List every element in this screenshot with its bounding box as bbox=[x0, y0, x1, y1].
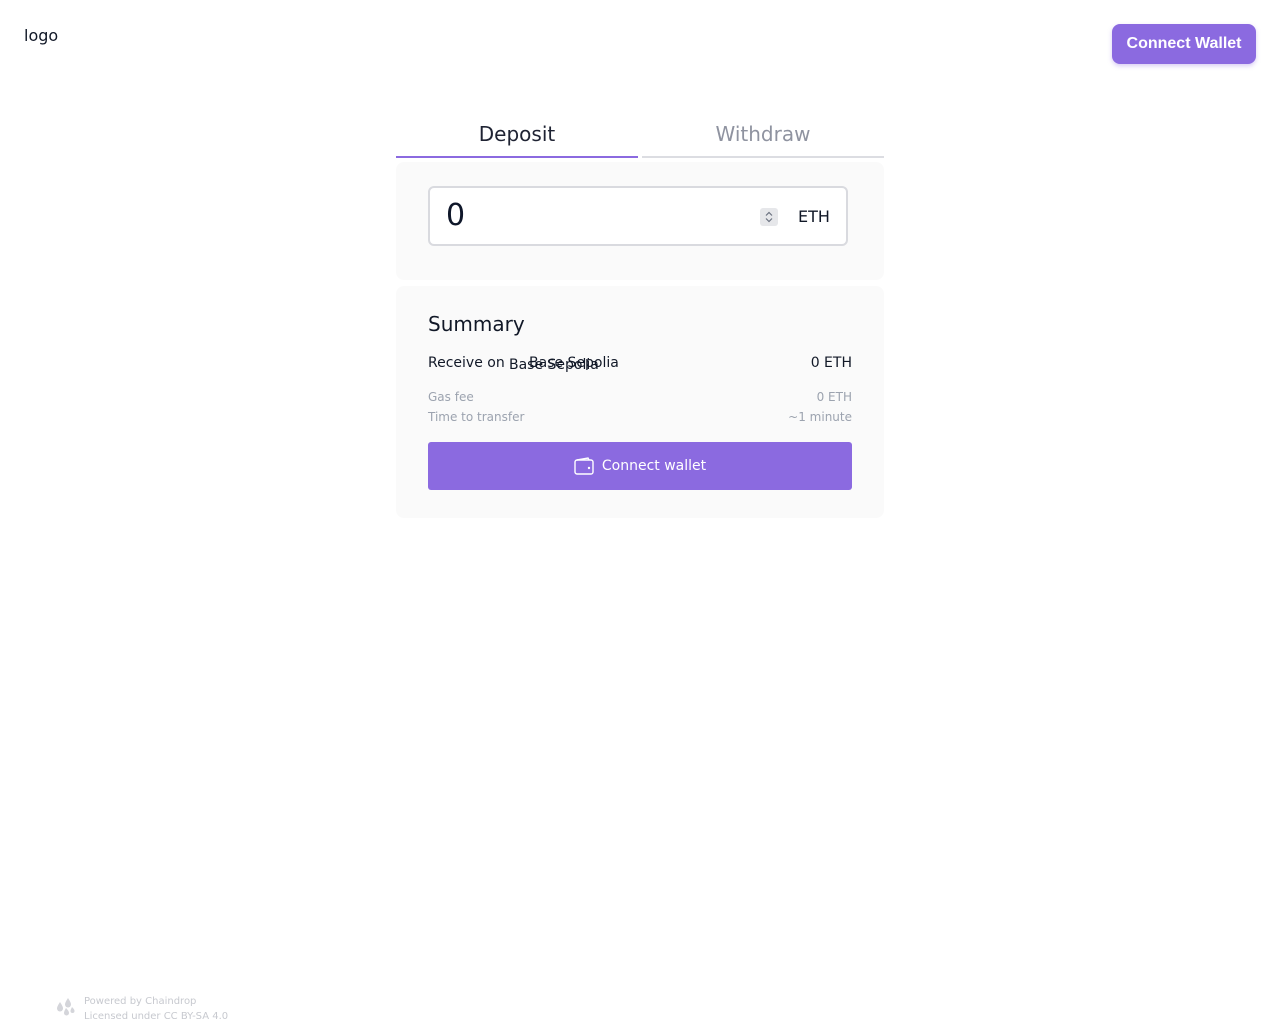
summary-title: Summary bbox=[428, 312, 525, 336]
gas-fee-value: 0 ETH bbox=[816, 390, 852, 404]
summary-card: Summary Receive on Base Sepolia Base Sep… bbox=[396, 286, 884, 518]
license-text: Licensed under CC BY-SA 4.0 bbox=[84, 1011, 229, 1022]
time-to-transfer-label: Time to transfer bbox=[428, 410, 525, 424]
currency-label: ETH bbox=[798, 207, 830, 226]
logo: logo bbox=[24, 26, 59, 45]
receive-value: 0 ETH bbox=[810, 355, 852, 371]
chevron-updown-icon[interactable] bbox=[760, 208, 778, 226]
amount-card: 0 ETH bbox=[396, 162, 884, 280]
receive-chain-overlay: Base Sepolia bbox=[529, 355, 619, 371]
time-to-transfer-value: ~1 minute bbox=[788, 410, 852, 424]
gas-fee-label: Gas fee bbox=[428, 390, 474, 404]
stepper-arrows bbox=[765, 211, 773, 223]
deposit-withdraw-tabs: Deposit Withdraw bbox=[396, 112, 884, 158]
tab-withdraw[interactable]: Withdraw bbox=[642, 112, 884, 158]
amount-value: 0 bbox=[446, 198, 466, 233]
app-root: logo Connect Wallet Deposit Withdraw 0 E… bbox=[0, 0, 1280, 1024]
tab-deposit[interactable]: Deposit bbox=[396, 112, 638, 158]
wallet-icon bbox=[574, 457, 594, 475]
receive-label: Receive on bbox=[428, 355, 505, 371]
connect-wallet-button[interactable]: Connect wallet bbox=[428, 442, 852, 490]
powered-by-text: Powered by Chaindrop bbox=[84, 996, 197, 1007]
chaindrop-drops-icon bbox=[57, 998, 75, 1016]
footer: Powered by Chaindrop Licensed under CC B… bbox=[54, 994, 228, 1024]
connect-wallet-label: Connect wallet bbox=[601, 458, 707, 474]
connect-wallet-header-button[interactable]: Connect Wallet bbox=[1112, 24, 1256, 64]
amount-input[interactable]: 0 ETH bbox=[428, 186, 848, 246]
footer-text: Powered by Chaindrop Licensed under CC B… bbox=[84, 994, 228, 1024]
